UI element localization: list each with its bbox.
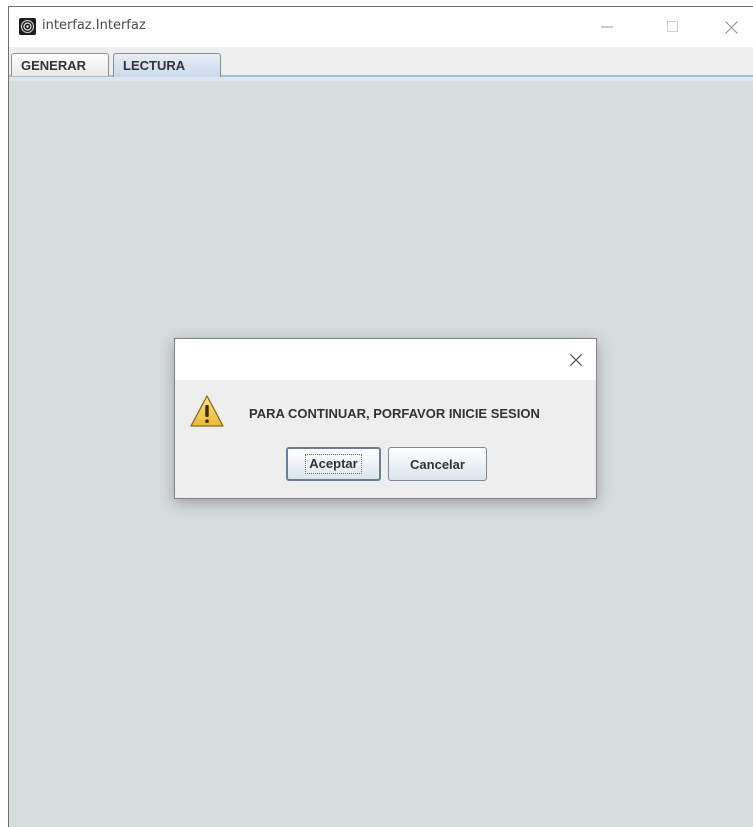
dialog-close-icon[interactable]	[555, 339, 597, 380]
maximize-icon[interactable]	[650, 7, 696, 47]
accept-button-label: Aceptar	[305, 454, 362, 474]
login-required-dialog: PARA CONTINUAR, PORFAVOR INICIE SESION A…	[174, 338, 597, 499]
tab-strip: GENERAR LECTURA	[9, 47, 753, 81]
warning-icon	[189, 394, 225, 433]
close-icon[interactable]	[708, 7, 753, 47]
tab-lectura[interactable]: LECTURA	[113, 53, 221, 77]
window-titlebar[interactable]: interfaz.Interfaz	[9, 7, 753, 47]
dialog-message: PARA CONTINUAR, PORFAVOR INICIE SESION	[249, 406, 540, 421]
dialog-titlebar[interactable]	[175, 339, 596, 380]
tab-underline-fill	[9, 77, 753, 81]
minimize-icon[interactable]	[584, 7, 630, 47]
tab-generar[interactable]: GENERAR	[11, 53, 109, 76]
app-spiral-icon	[19, 18, 36, 35]
accept-button[interactable]: Aceptar	[286, 447, 381, 481]
cancel-button[interactable]: Cancelar	[388, 447, 487, 481]
window-title: interfaz.Interfaz	[42, 18, 146, 33]
